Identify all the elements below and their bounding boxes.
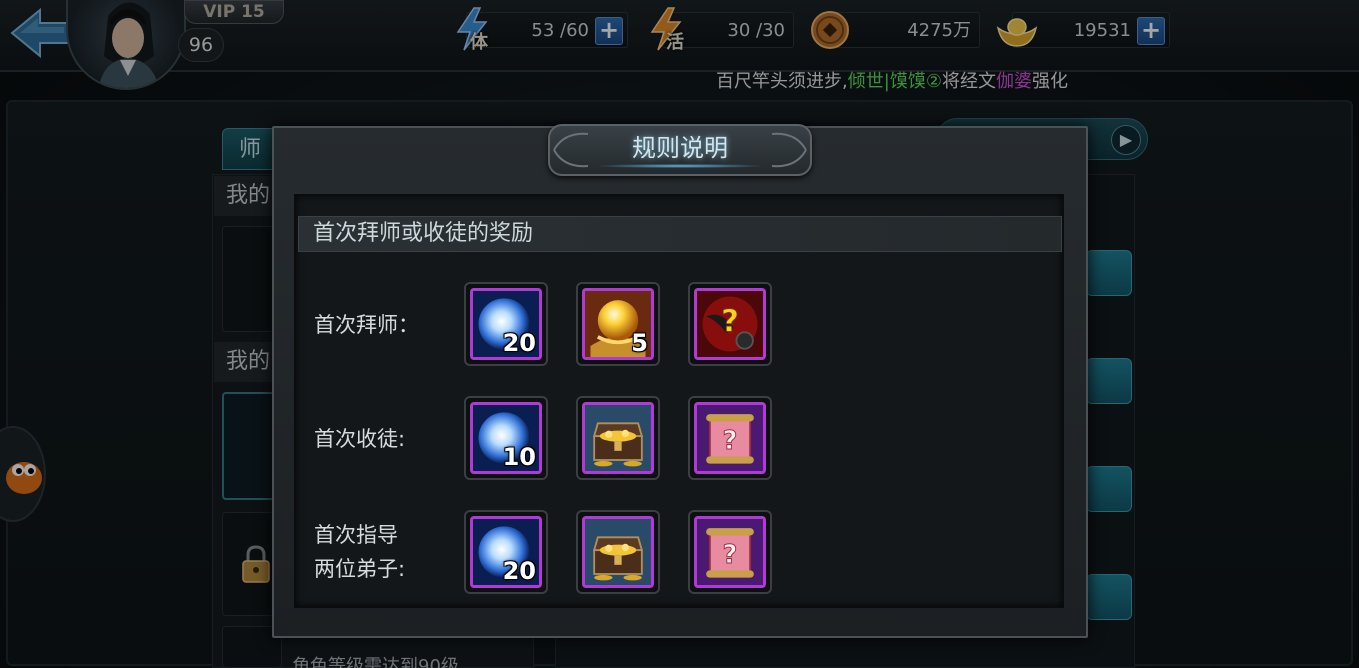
mystery-scroll-icon: ? bbox=[694, 402, 766, 474]
reward-item[interactable]: 20 bbox=[464, 282, 548, 366]
reward-item[interactable] bbox=[576, 396, 660, 480]
golden-orb-icon: 5 bbox=[582, 288, 654, 360]
item-count: 20 bbox=[502, 557, 536, 585]
blue-orb-icon: 10 bbox=[470, 402, 542, 474]
title-glow bbox=[600, 164, 760, 168]
svg-text:?: ? bbox=[723, 426, 738, 456]
blue-orb-icon: 20 bbox=[470, 516, 542, 588]
reward-item[interactable]: ? bbox=[688, 396, 772, 480]
mystery-weapon-icon: ? bbox=[694, 288, 766, 360]
mystery-scroll-icon: ? bbox=[694, 516, 766, 588]
row-label-first-master: 首次拜师： bbox=[314, 313, 419, 337]
row-label-first-disciple: 首次收徒: bbox=[314, 427, 406, 451]
dialog-title: 规则说明 bbox=[632, 134, 728, 162]
reward-item[interactable]: ? bbox=[688, 510, 772, 594]
reward-item[interactable] bbox=[576, 510, 660, 594]
reward-item[interactable]: 5 bbox=[576, 282, 660, 366]
treasure-chest-icon bbox=[582, 402, 654, 474]
item-count: 20 bbox=[502, 329, 536, 357]
svg-text:?: ? bbox=[721, 303, 739, 339]
reward-item[interactable]: 10 bbox=[464, 396, 548, 480]
treasure-chest-icon bbox=[582, 516, 654, 588]
reward-item[interactable]: 20 bbox=[464, 510, 548, 594]
row-label-guide-two-disciples-line2: 两位弟子: bbox=[314, 557, 406, 581]
section-header: 首次拜师或收徒的奖励 bbox=[298, 216, 1062, 252]
dialog-content bbox=[294, 194, 1064, 608]
item-count: 5 bbox=[631, 329, 648, 357]
row-label-guide-two-disciples-line1: 首次指导 bbox=[314, 523, 398, 547]
reward-item[interactable]: ? bbox=[688, 282, 772, 366]
item-count: 10 bbox=[502, 443, 536, 471]
blue-orb-icon: 20 bbox=[470, 288, 542, 360]
svg-text:?: ? bbox=[723, 540, 738, 570]
